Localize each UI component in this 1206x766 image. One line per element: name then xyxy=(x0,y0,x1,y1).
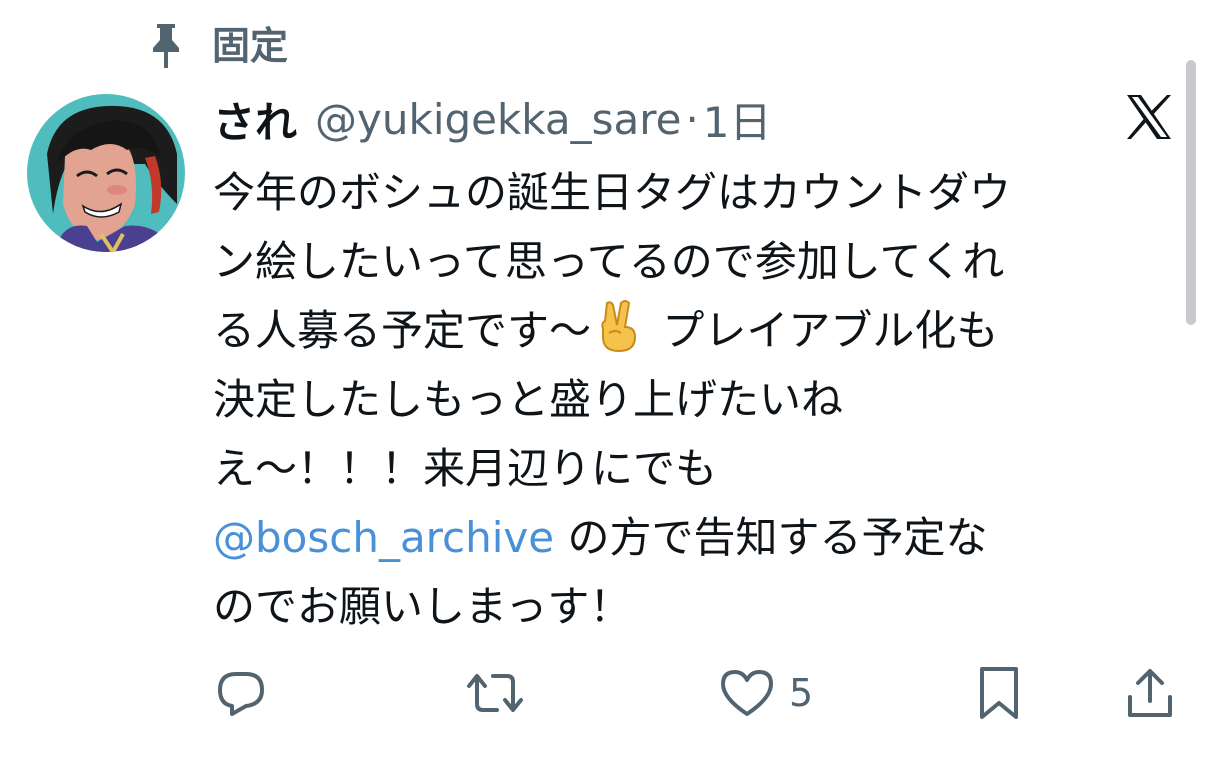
tweet-text: 今年のボシュの誕生日タグはカウントダウ ン絵したいって思ってるので参加してくれ … xyxy=(213,158,1178,641)
tweet-line: ン絵したいって思ってるので参加してくれ xyxy=(213,237,1005,286)
mention-link[interactable]: @bosch_archive xyxy=(213,513,554,562)
tweet-line: 今年のボシュの誕生日タグはカウントダウ xyxy=(213,168,1012,217)
heart-icon xyxy=(721,670,773,716)
bookmark-button[interactable] xyxy=(974,662,1024,724)
timestamp[interactable]: 1日 xyxy=(703,89,772,150)
pin-icon xyxy=(153,24,179,68)
tweet-line: のでお願いしまっす！ xyxy=(213,582,632,631)
tweet-line: る人募る予定です〜 プレイアブル化も xyxy=(213,296,1178,365)
victory-hand-emoji xyxy=(601,300,637,353)
share-button[interactable] xyxy=(1124,662,1176,724)
retweet-icon xyxy=(467,674,523,712)
share-icon xyxy=(1128,669,1172,717)
pinned-indicator: 固定 xyxy=(146,20,288,72)
x-logo-icon xyxy=(1127,95,1171,139)
scrollbar[interactable] xyxy=(1186,60,1196,325)
like-count: 5 xyxy=(789,671,814,715)
tweet-header: され @yukigekka_sare · 1日 xyxy=(213,90,772,148)
tweet-line: 決定したしもっと盛り上げたいね xyxy=(213,375,844,424)
tweet-actions: 5 xyxy=(0,662,1206,724)
pinned-label: 固定 xyxy=(212,24,289,68)
retweet-button[interactable] xyxy=(465,662,525,724)
user-handle[interactable]: @yukigekka_sare xyxy=(315,95,681,144)
bookmark-icon xyxy=(980,667,1018,719)
reply-button[interactable] xyxy=(214,662,268,724)
like-button[interactable]: 5 xyxy=(719,662,813,724)
avatar[interactable] xyxy=(27,94,185,252)
tweet-line: @bosch_archive の方で告知する予定な xyxy=(213,513,988,562)
display-name[interactable]: され xyxy=(213,89,297,150)
separator-dot: · xyxy=(685,94,699,144)
tweet-line: え〜！！！来月辺りにでも xyxy=(213,444,718,493)
reply-icon xyxy=(218,672,264,716)
